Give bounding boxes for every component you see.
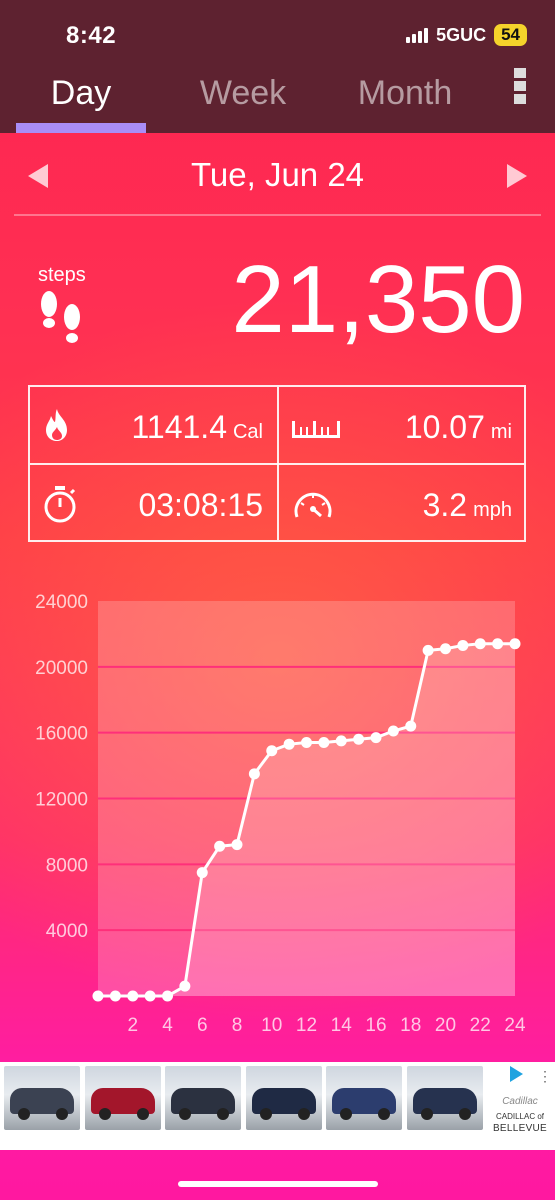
stopwatch-icon [44, 486, 76, 523]
calories-cell: 1141.4 Cal [30, 387, 277, 463]
data-point [214, 840, 226, 852]
data-point [457, 639, 469, 651]
data-point [474, 638, 486, 650]
data-point [162, 990, 173, 1002]
ad-brand[interactable]: ⋮ Cadillac CADILLAC of BELLEVUE [488, 1066, 552, 1146]
speed-value: 3.2 [422, 487, 468, 523]
calories-value: 1141.4 [131, 409, 227, 445]
signal-icon [406, 27, 429, 43]
x-tick-label: 8 [232, 1015, 243, 1036]
x-tick-label: 20 [435, 1015, 456, 1036]
distance-cell: 10.07 mi [279, 387, 526, 463]
x-tick-label: 12 [296, 1015, 317, 1036]
x-tick-label: 4 [162, 1015, 173, 1036]
battery-icon: 54 [494, 24, 527, 46]
ad-car-image[interactable] [84, 1066, 161, 1130]
x-tick-label: 16 [365, 1015, 386, 1036]
x-tick-label: 18 [400, 1015, 421, 1036]
data-point [179, 980, 191, 992]
data-point [422, 644, 434, 656]
y-tick-label: 8000 [46, 855, 88, 876]
ad-text-line1: CADILLAC of [495, 1112, 545, 1121]
ad-brand-logo: Cadillac [502, 1096, 538, 1107]
steps-chart: 40008000120001600020000240002 4 6 8 10 12 14 16… [35, 592, 526, 1036]
status-time: 8:42 [66, 22, 117, 49]
x-tick-label: 24 [504, 1015, 526, 1036]
speed-unit: mph [473, 499, 512, 521]
y-tick-label: 16000 [35, 724, 88, 745]
status-icons: 5GUC 54 [406, 24, 527, 46]
data-point [440, 643, 451, 655]
ad-car-image[interactable] [406, 1066, 483, 1130]
y-tick-label: 24000 [35, 592, 88, 613]
data-point [231, 839, 243, 851]
ad-car-image[interactable] [165, 1066, 241, 1130]
top-bar: 8:42 5GUC 54 Day Week Month [0, 0, 555, 133]
data-point [283, 738, 295, 750]
data-point [127, 990, 139, 1002]
ad-car-image[interactable] [326, 1066, 402, 1130]
ad-banner[interactable]: ⋮ Cadillac CADILLAC of BELLEVUE [0, 1062, 555, 1150]
x-tick-label: 22 [470, 1015, 491, 1036]
y-tick-label: 20000 [35, 658, 88, 679]
more-menu-icon[interactable] [512, 65, 528, 105]
calories-unit: Cal [232, 421, 263, 443]
ad-choices-icon[interactable] [510, 1066, 523, 1082]
distance-unit: mi [490, 421, 512, 443]
data-point [318, 737, 330, 749]
next-day-arrow-icon[interactable] [507, 164, 527, 188]
data-point [370, 732, 382, 744]
tab-day[interactable]: Day [16, 74, 146, 113]
tab-bar: Day Week Month [0, 68, 555, 133]
ad-car-image[interactable] [245, 1066, 322, 1130]
flame-icon [46, 409, 67, 441]
active-tab-indicator [16, 123, 146, 133]
data-point [144, 990, 156, 1002]
steps-label: steps [38, 264, 86, 286]
ruler-icon [292, 421, 340, 438]
data-point [509, 638, 521, 650]
date-navigator: Tue, Jun 24 [0, 150, 555, 206]
x-tick-label: 14 [331, 1015, 353, 1036]
distance-value: 10.07 [404, 409, 485, 445]
data-point [492, 638, 504, 650]
ad-car-image[interactable] [4, 1066, 80, 1130]
home-indicator [178, 1181, 378, 1187]
data-point [301, 737, 312, 749]
data-point [266, 745, 278, 757]
x-tick-label: 2 [127, 1015, 138, 1036]
app-screen: 8:42 5GUC 54 Day Week Month Tue, Jun 24 … [0, 0, 555, 1200]
tab-week[interactable]: Week [178, 74, 308, 113]
data-point [335, 735, 347, 747]
divider [14, 214, 541, 216]
x-tick-label: 6 [197, 1015, 208, 1036]
speed-cell: 3.2 mph [279, 465, 526, 541]
y-tick-label: 12000 [35, 790, 88, 811]
y-tick-label: 4000 [46, 921, 88, 942]
current-date: Tue, Jun 24 [190, 156, 365, 193]
data-point [353, 733, 365, 745]
ad-menu-icon[interactable]: ⋮ [538, 1068, 552, 1085]
network-label: 5GUC [436, 24, 487, 45]
data-point [109, 990, 121, 1002]
data-point [92, 990, 104, 1002]
ad-text-line2: BELLEVUE [492, 1123, 548, 1134]
metrics-grid: 1141.4 Cal 10.07 mi 03:08:15 3.2 mph [28, 385, 526, 542]
data-point [405, 720, 417, 732]
x-tick-label: 10 [261, 1015, 282, 1036]
data-point [248, 768, 260, 780]
duration-cell: 03:08:15 [30, 465, 277, 541]
speedometer-icon [294, 492, 332, 518]
footprints-icon [41, 291, 80, 343]
steps-count: 21,350 [231, 246, 525, 353]
duration-value: 03:08:15 [138, 487, 263, 523]
tab-month[interactable]: Month [340, 74, 470, 113]
data-point [387, 725, 399, 737]
data-point [196, 867, 208, 879]
